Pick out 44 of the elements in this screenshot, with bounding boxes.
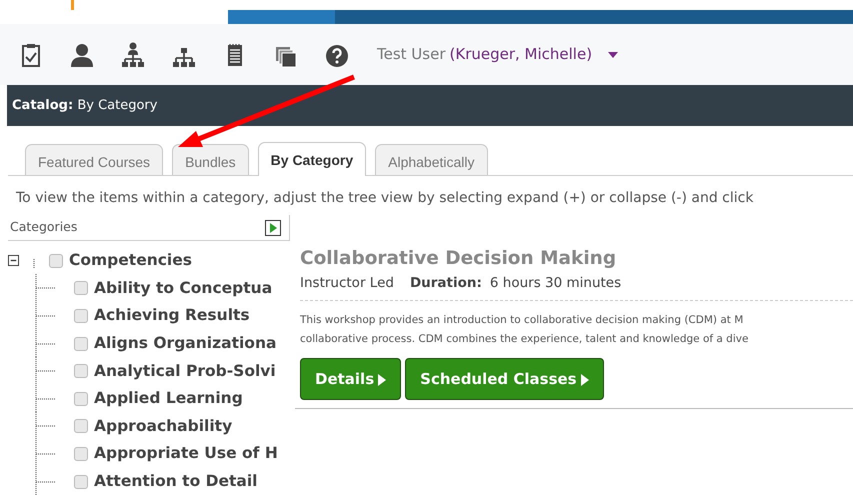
play-icon[interactable] [265,220,281,236]
duration-label: Duration: [410,274,482,291]
course-title: Collaborative Decision Making [300,247,618,271]
category-name[interactable]: Applied Learning [94,387,243,410]
tab[interactable]: Featured Courses [25,144,164,175]
checkbox[interactable] [74,281,88,296]
collapse-icon[interactable] [8,255,19,266]
course-button[interactable]: Scheduled Classes [405,358,604,400]
instruction-text: To view the items within a category, adjust the tree view by selecting expand (+) or collapse (-) and click [16,189,754,208]
panel-title: Categories [10,218,78,236]
org-chart-icon[interactable] [122,42,144,68]
tab[interactable]: Alphabetically [375,144,488,175]
user-label: Test User [377,44,446,66]
checkbox[interactable] [74,308,88,323]
category-name[interactable]: Approachability [94,414,232,438]
checkbox[interactable] [74,474,88,489]
caret-icon[interactable] [580,374,589,386]
category-name[interactable]: Appropriate Use of H [94,442,278,466]
course-type: Instructor Led [300,274,394,293]
caret-icon[interactable] [608,52,618,58]
user-name[interactable]: (Krueger, Michelle) [450,43,592,66]
category-name[interactable]: Ability to Conceptua [94,276,272,300]
logo-icon [71,0,74,10]
tab[interactable]: Bundles [172,144,249,175]
checkbox[interactable] [74,446,88,461]
page-header: Catalog: By Category [7,85,853,126]
tab[interactable]: By Category [258,142,366,176]
course-description: This workshop provides an introduction to collaborative decision making (CDM) at M collaborative process. CDM combines the experience, talent and knowledge of a dive [300,300,853,349]
user-icon[interactable] [71,42,93,68]
checkbox[interactable] [74,419,88,434]
category-name[interactable]: Analytical Prob-Solvi [94,360,276,383]
tree-line [33,258,35,269]
category-name[interactable]: Achieving Results [94,304,250,328]
clipboard-check-icon[interactable] [20,42,42,68]
checkbox[interactable] [74,336,88,351]
course-button[interactable]: Details [300,358,402,400]
category-name[interactable]: Attention to Detail [94,470,258,494]
checkbox[interactable] [49,254,63,268]
category-name[interactable]: Competencies [69,249,192,272]
duration-value: 6 hours 30 minutes [490,274,622,291]
checkbox[interactable] [74,364,88,378]
checkbox[interactable] [74,392,88,406]
category-name[interactable]: Aligns Organizationa [94,332,276,356]
caret-icon[interactable] [378,374,386,386]
